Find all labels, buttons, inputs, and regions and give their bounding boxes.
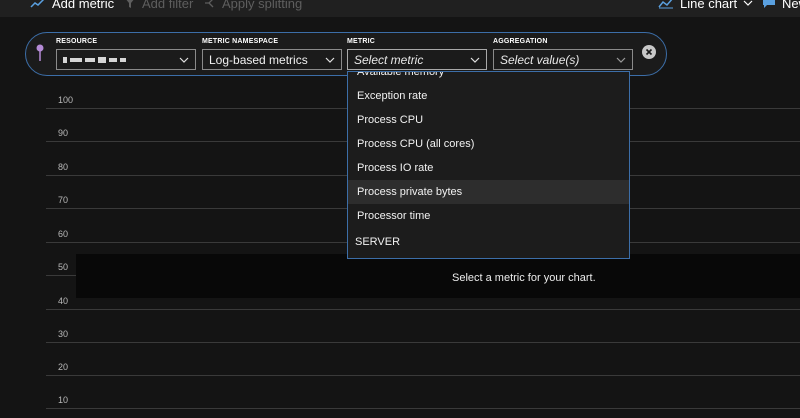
y-axis-tick-label: 20 bbox=[58, 362, 69, 372]
empty-chart-banner bbox=[76, 254, 800, 298]
aggregation-select[interactable]: Select value(s) bbox=[493, 49, 633, 70]
chart-gridline bbox=[46, 309, 800, 310]
empty-chart-message: Select a metric for your chart. bbox=[452, 272, 596, 284]
y-axis-tick-label: 40 bbox=[58, 296, 69, 306]
new-alert-button[interactable]: New bbox=[762, 0, 800, 13]
y-axis-tick-label: 90 bbox=[58, 128, 69, 138]
y-axis-tick-label: 100 bbox=[58, 95, 74, 105]
chevron-down-icon bbox=[179, 57, 189, 63]
add-filter-label: Add filter bbox=[142, 0, 194, 11]
metric-option[interactable]: Process private bytes bbox=[348, 180, 629, 204]
add-metric-button[interactable]: Add metric bbox=[30, 0, 114, 13]
namespace-value: Log-based metrics bbox=[209, 52, 308, 67]
aggregation-placeholder: Select value(s) bbox=[500, 52, 580, 67]
metric-option[interactable]: Process CPU bbox=[348, 108, 629, 132]
resource-label: RESOURCE bbox=[56, 38, 98, 45]
metric-option[interactable]: Process CPU (all cores) bbox=[348, 132, 629, 156]
y-axis-tick-label: 60 bbox=[58, 229, 69, 239]
remove-metric-button[interactable] bbox=[642, 45, 656, 59]
y-axis-tick-label: 30 bbox=[58, 329, 69, 339]
metric-color-pin-icon bbox=[36, 44, 44, 61]
namespace-label: METRIC NAMESPACE bbox=[202, 38, 279, 45]
chart-gridline bbox=[46, 408, 800, 409]
chat-bubble-icon bbox=[763, 0, 775, 8]
line-chart-icon bbox=[658, 0, 673, 9]
y-axis-tick-label: 70 bbox=[58, 195, 69, 205]
chart-gridline bbox=[46, 375, 800, 376]
apply-splitting-label: Apply splitting bbox=[222, 0, 303, 11]
aggregation-field: AGGREGATION Select value(s) bbox=[493, 37, 633, 70]
chart-type-selector[interactable]: Line chart bbox=[658, 0, 753, 13]
close-icon bbox=[645, 48, 653, 56]
add-filter-button[interactable]: Add filter bbox=[124, 0, 193, 13]
chart-gridline bbox=[46, 342, 800, 343]
metric-label: METRIC bbox=[347, 38, 376, 45]
y-axis-tick-label: 10 bbox=[58, 395, 69, 405]
split-icon bbox=[205, 0, 214, 8]
metric-option[interactable]: Process IO rate bbox=[348, 156, 629, 180]
add-metric-label: Add metric bbox=[52, 0, 115, 11]
chart-type-label: Line chart bbox=[680, 0, 738, 11]
y-axis-tick-label: 80 bbox=[58, 162, 69, 172]
metric-dropdown-list[interactable]: Available memory Exception rate Process CP… bbox=[347, 71, 630, 259]
chevron-down-icon bbox=[616, 57, 626, 63]
y-axis-tick-label: 50 bbox=[58, 262, 69, 272]
metric-field: METRIC Select metric bbox=[347, 37, 487, 70]
new-label: New bbox=[782, 0, 800, 11]
metric-option[interactable]: SERVER bbox=[348, 230, 629, 254]
metric-line-icon bbox=[30, 0, 45, 8]
chevron-down-icon bbox=[470, 57, 480, 63]
namespace-field: METRIC NAMESPACE Log-based metrics bbox=[202, 37, 342, 70]
namespace-select[interactable]: Log-based metrics bbox=[202, 49, 342, 70]
chevron-down-icon bbox=[743, 0, 753, 6]
resource-field: RESOURCE bbox=[56, 37, 196, 70]
aggregation-label: AGGREGATION bbox=[493, 38, 548, 45]
metric-option[interactable]: Processor time bbox=[348, 204, 629, 228]
resource-select[interactable] bbox=[56, 49, 196, 70]
metric-option[interactable]: Exception rate bbox=[348, 84, 629, 108]
metric-select[interactable]: Select metric bbox=[347, 49, 487, 70]
chevron-down-icon bbox=[325, 57, 335, 63]
chart-toolbar: Add metric Add filter Apply splitting Li… bbox=[0, 0, 800, 17]
redacted-resource-name bbox=[63, 56, 179, 63]
apply-splitting-button[interactable]: Apply splitting bbox=[204, 0, 302, 13]
filter-icon bbox=[126, 0, 134, 8]
metric-option[interactable]: Available memory bbox=[348, 72, 629, 84]
metric-selector-row: RESOURCE METRIC NAMESPACE Log-based metr… bbox=[25, 32, 667, 76]
metric-placeholder: Select metric bbox=[354, 52, 424, 67]
